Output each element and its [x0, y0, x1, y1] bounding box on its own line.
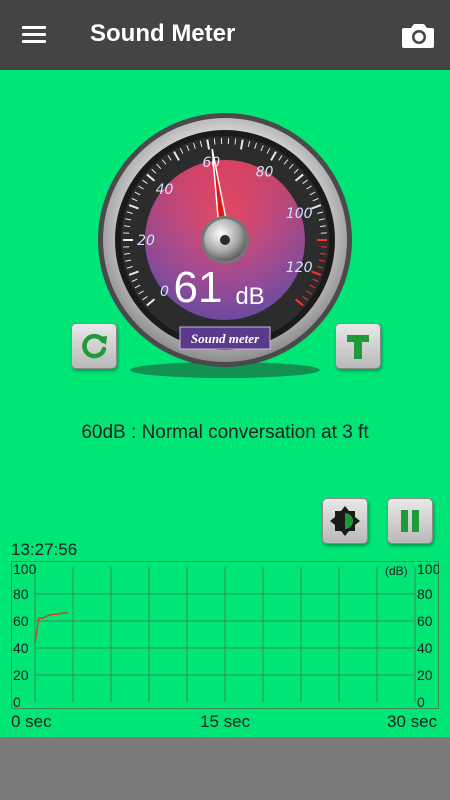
y-tick-label-left: 100 — [13, 561, 37, 577]
gauge-unit: dB — [235, 283, 264, 310]
gauge-scale-label: 120 — [286, 260, 313, 276]
gauge-brand-label: Sound meter — [191, 331, 260, 346]
reset-button[interactable] — [71, 323, 117, 369]
x-label-start: 0 sec — [11, 712, 52, 731]
camera-icon[interactable] — [396, 18, 440, 54]
y-tick-label-left: 0 — [13, 694, 21, 709]
t-mode-button[interactable] — [335, 323, 381, 369]
graph-timestamp: 13:27:56 — [11, 540, 78, 559]
level-description: 60dB : Normal conversation at 3 ft — [81, 422, 369, 443]
gauge-scale-label: 100 — [286, 206, 313, 222]
gauge-tick — [234, 138, 237, 145]
y-tick-label-left: 40 — [13, 640, 29, 656]
y-tick-label-right: 60 — [417, 613, 433, 629]
x-label-end: 30 sec — [387, 712, 438, 731]
y-tick-label-right: 40 — [417, 640, 433, 656]
app-toolbar: Sound Meter — [0, 0, 450, 70]
refresh-icon — [82, 333, 107, 359]
app-title: Sound Meter — [90, 20, 236, 47]
y-tick-label-left: 20 — [13, 667, 29, 683]
x-label-mid: 15 sec — [200, 712, 251, 731]
gauge-value: 61 — [174, 263, 223, 312]
gauge-scale-label: 40 — [156, 182, 174, 198]
y-tick-label-left: 60 — [13, 613, 29, 629]
pause-button[interactable] — [387, 498, 433, 544]
gauge-scale-label: 20 — [137, 233, 155, 249]
gauge-tick — [213, 138, 216, 145]
contrast-icon — [330, 506, 360, 536]
gauge-scale-label: 0 — [160, 284, 169, 300]
gauge-scale-label: 60 — [202, 155, 220, 171]
hamburger-menu-icon[interactable] — [16, 22, 52, 50]
db-history-chart: 100 100 80 80 60 60 40 40 20 20 0 0 (dB) — [11, 561, 439, 709]
letter-t-icon — [347, 335, 369, 359]
y-tick-label-left: 80 — [13, 586, 29, 602]
bottom-bar — [0, 737, 450, 800]
y-tick-label-right: 100 — [417, 561, 439, 577]
pause-icon — [401, 510, 419, 532]
gauge-scale-label: 80 — [256, 165, 274, 181]
graph-unit-label: (dB) — [385, 564, 408, 578]
y-tick-label-right: 80 — [417, 586, 433, 602]
brightness-button[interactable] — [322, 498, 368, 544]
y-tick-label-right: 0 — [417, 694, 425, 709]
y-tick-label-right: 20 — [417, 667, 433, 683]
series-line — [34, 612, 68, 643]
sound-level-gauge: 0 20 40 60 80 100 120 61 dB Sound meter — [90, 110, 360, 380]
